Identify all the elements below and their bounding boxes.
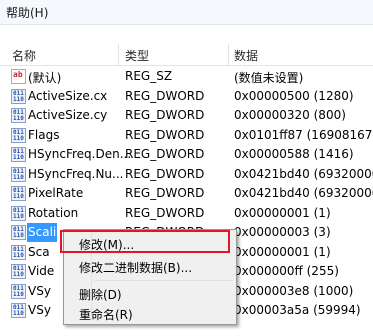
icon-glyph: 011 110 [13,304,24,317]
row-name: VSy [28,303,51,317]
row-data: 0x00000001 (1) [234,205,331,220]
binary-value-icon: 011 110 [11,205,26,221]
icon-glyph: 011 110 [13,128,24,142]
row-type: REG_DWORD [125,127,205,142]
row-name: Sca [28,244,50,259]
menu-item-delete[interactable]: 删除(D) [79,286,122,303]
binary-value-icon: 011 110 [11,264,26,279]
binary-value-icon: 011 110 [11,127,26,143]
row-name: HSyncFreq.Nu... [28,166,124,181]
row-type: REG_SZ [125,69,173,83]
column-name-header[interactable]: 名称 [12,47,36,64]
row-name: ActiveSize.cx [28,88,108,103]
column-divider[interactable] [228,44,229,65]
highlight-box [60,230,230,253]
binary-value-icon: 011 110 [11,166,26,182]
icon-glyph: 011 110 [13,245,24,259]
menu-item-rename[interactable]: 重命名(R) [79,306,133,323]
row-data: 0x00003a5a (59994) [234,303,361,317]
row-type: REG_DWORD [125,108,205,122]
row-data: 0x0101ff87 (16908167) [234,127,373,142]
table-row[interactable]: 011 110 ActiveSize.cx REG_DWORD 0x00000500 (… [0,87,373,106]
binary-value-icon: 011 110 [11,108,26,123]
binary-value-icon: 011 110 [11,244,26,260]
menu-help[interactable]: 帮助(H) [6,4,48,21]
row-type: REG_DWORD [125,205,205,220]
row-data: 0x000003e8 (1000) [234,283,354,298]
table-row[interactable]: 011 110 ActiveSize.cy REG_DWORD 0x00000320 (… [0,106,373,125]
column-data-header[interactable]: 数据 [234,47,258,64]
row-name: Vide [28,264,55,278]
icon-glyph: 011 110 [13,148,24,161]
binary-value-icon: 011 110 [11,283,26,299]
icon-glyph: 011 110 [13,206,24,220]
binary-value-icon: 011 110 [11,225,26,240]
menu-separator [94,280,232,281]
row-type: REG_DWORD [125,166,205,181]
row-data: 0x00000003 (3) [234,225,331,239]
icon-glyph: 011 110 [13,284,24,298]
row-type: REG_DWORD [125,186,205,200]
table-row[interactable]: 011 110 Rotation REG_DWORD 0x00000001 (1) [0,204,373,223]
row-data: 0x00000320 (800) [234,108,346,122]
table-row[interactable]: 011 110 HSyncFreq.Nu... REG_DWORD 0x0421bd40… [0,165,373,184]
icon-glyph: ab [13,70,23,79]
row-type: REG_DWORD [125,147,205,161]
row-name: Flags [28,127,60,142]
icon-glyph: 011 110 [13,109,24,122]
icon-glyph: 011 110 [13,265,24,278]
menu-item-modify-binary[interactable]: 修改二进制数据(B)... [79,259,192,276]
table-row[interactable]: 011 110 HSyncFreq.Den... REG_DWORD 0x0000058… [0,145,373,164]
row-data: 0x0421bd40 (69320000) [234,186,373,200]
row-name: VSy [28,283,51,298]
table-row[interactable]: 011 110 PixelRate REG_DWORD 0x0421bd40 (6932… [0,184,373,203]
row-name: Scali [28,225,57,239]
row-data: (数值未设置) [234,71,304,85]
row-name: (默认) [28,71,62,85]
menu-bar: 帮助(H) [0,0,373,25]
row-name: HSyncFreq.Den... [28,147,132,161]
row-data: 0x00000001 (1) [234,244,331,259]
row-data: 0x000000ff (255) [234,264,339,278]
table-row[interactable]: ab (默认) REG_SZ (数值未设置) [0,67,373,86]
table-row[interactable]: 011 110 Flags REG_DWORD 0x0101ff87 (16908167… [0,126,373,145]
binary-value-icon: 011 110 [11,147,26,162]
row-name: Rotation [28,205,79,220]
binary-value-icon: 011 110 [11,88,26,104]
row-type: REG_DWORD [125,88,205,103]
string-value-icon: ab [11,69,26,84]
icon-glyph: 011 110 [13,89,24,103]
column-divider[interactable] [118,44,119,65]
icon-glyph: 011 110 [13,226,24,239]
row-data: 0x0421bd40 (69320000) [234,166,373,181]
row-data: 0x00000588 (1416) [234,147,354,161]
icon-glyph: 011 110 [13,167,24,181]
icon-glyph: 011 110 [13,187,24,200]
row-name: PixelRate [28,186,84,200]
binary-value-icon: 011 110 [11,186,26,201]
row-name: ActiveSize.cy [28,108,108,122]
column-type-header[interactable]: 类型 [125,47,149,64]
column-header: 名称 类型 数据 [0,44,373,66]
binary-value-icon: 011 110 [11,303,26,318]
row-data: 0x00000500 (1280) [234,88,354,103]
